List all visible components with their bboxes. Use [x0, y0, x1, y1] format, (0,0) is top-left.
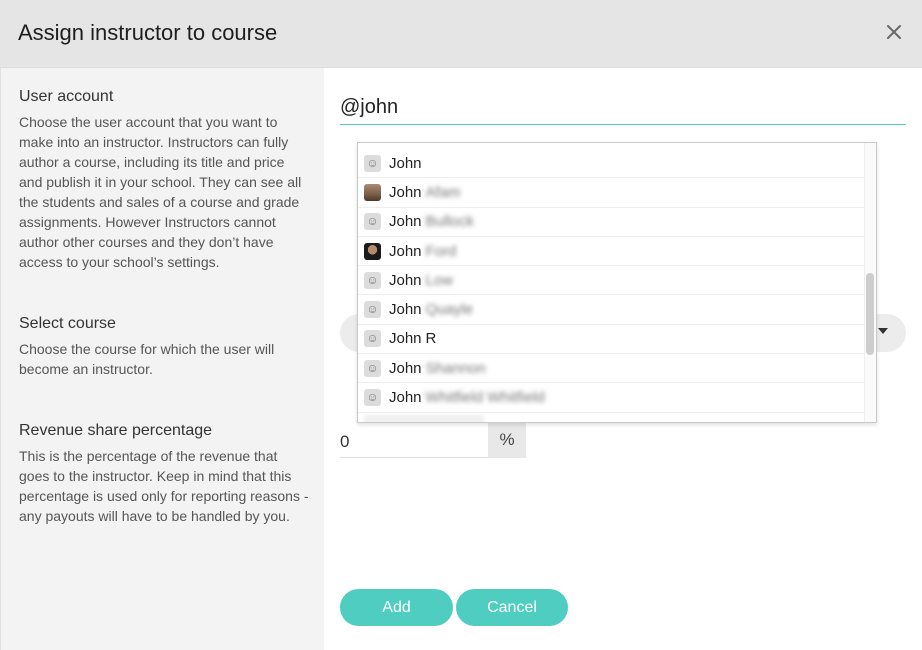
user-search-input[interactable]: [340, 92, 906, 119]
dialog-title: Assign instructor to course: [18, 20, 278, 45]
user-last-name: Ford: [425, 242, 457, 260]
default-face-icon: ☺: [364, 359, 381, 377]
user-option[interactable]: John Ford: [358, 237, 865, 267]
user-first-name: John: [389, 154, 422, 172]
add-button[interactable]: Add: [340, 589, 453, 626]
user-last-name: Shannon: [425, 359, 486, 377]
user-option[interactable]: ☺ John Quayle: [358, 295, 865, 325]
user-suggestions-dropdown: ☺ John John Afam ☺ John Bullock John For…: [357, 142, 877, 423]
select-course-section: Select course Choose the course for whic…: [19, 315, 311, 379]
user-first-name: John: [389, 242, 422, 260]
user-option[interactable]: ☺ John Shannon: [358, 354, 865, 384]
default-face-icon: ☺: [364, 213, 381, 231]
user-last-name: Whitfield Whitfield: [425, 389, 545, 407]
cancel-button[interactable]: Cancel: [456, 589, 568, 626]
user-first-name: John: [389, 359, 422, 377]
user-first-name: John: [389, 301, 422, 319]
user-last-name: R: [425, 330, 437, 348]
percent-addon: %: [488, 422, 526, 458]
user-last-name: Low: [425, 271, 454, 289]
caret-down-icon: [878, 328, 888, 334]
default-face-icon: ☺: [364, 301, 381, 319]
select-course-title: Select course: [19, 315, 116, 332]
user-photo-icon: [364, 183, 381, 201]
user-last-name: Quayle: [425, 301, 474, 319]
user-last-name: Bullock: [425, 213, 474, 231]
user-option[interactable]: ☺ John Bullock: [358, 208, 865, 237]
user-account-title: User account: [19, 88, 114, 105]
user-option[interactable]: ☺ John R: [358, 325, 865, 355]
default-face-icon: ☺: [364, 154, 381, 172]
user-option[interactable]: John Afam: [358, 178, 865, 208]
user-option[interactable]: ☺ John Low: [358, 266, 865, 296]
user-first-name: John: [389, 271, 422, 289]
user-last-name: Afam: [425, 183, 461, 201]
user-photo-icon: [364, 242, 381, 260]
dropdown-scrollbar[interactable]: [864, 143, 876, 422]
default-face-icon: ☺: [364, 271, 381, 289]
select-course-description: Choose the course for which the user wil…: [19, 341, 275, 377]
revenue-share-section: Revenue share percentage This is the per…: [19, 422, 311, 526]
user-account-description: Choose the user account that you want to…: [19, 114, 302, 270]
user-first-name: John: [389, 330, 422, 348]
dropdown-scrollbar-thumb[interactable]: [866, 273, 874, 355]
revenue-share-input[interactable]: [340, 422, 488, 458]
partial-user-option: [364, 415, 484, 422]
user-option[interactable]: ☺ John: [358, 149, 865, 179]
user-first-name: John: [389, 213, 422, 231]
default-face-icon: ☺: [364, 330, 381, 348]
revenue-share-field: %: [340, 422, 526, 458]
revenue-share-title: Revenue share percentage: [19, 422, 213, 439]
revenue-share-description: This is the percentage of the revenue th…: [19, 448, 309, 524]
close-icon: [887, 25, 901, 39]
close-button[interactable]: [882, 20, 906, 44]
user-search-field: [340, 92, 906, 125]
user-suggestions-list: ☺ John John Afam ☺ John Bullock John For…: [358, 143, 865, 413]
assign-instructor-dialog: Assign instructor to course User account…: [0, 0, 922, 650]
help-panel: User account Choose the user account tha…: [0, 68, 324, 650]
default-face-icon: ☺: [364, 389, 381, 407]
user-first-name: John: [389, 389, 422, 407]
user-first-name: John: [389, 183, 422, 201]
dialog-header: Assign instructor to course: [0, 0, 922, 68]
user-account-section: User account Choose the user account tha…: [19, 88, 311, 272]
user-option[interactable]: ☺ John Whitfield Whitfield: [358, 383, 865, 413]
